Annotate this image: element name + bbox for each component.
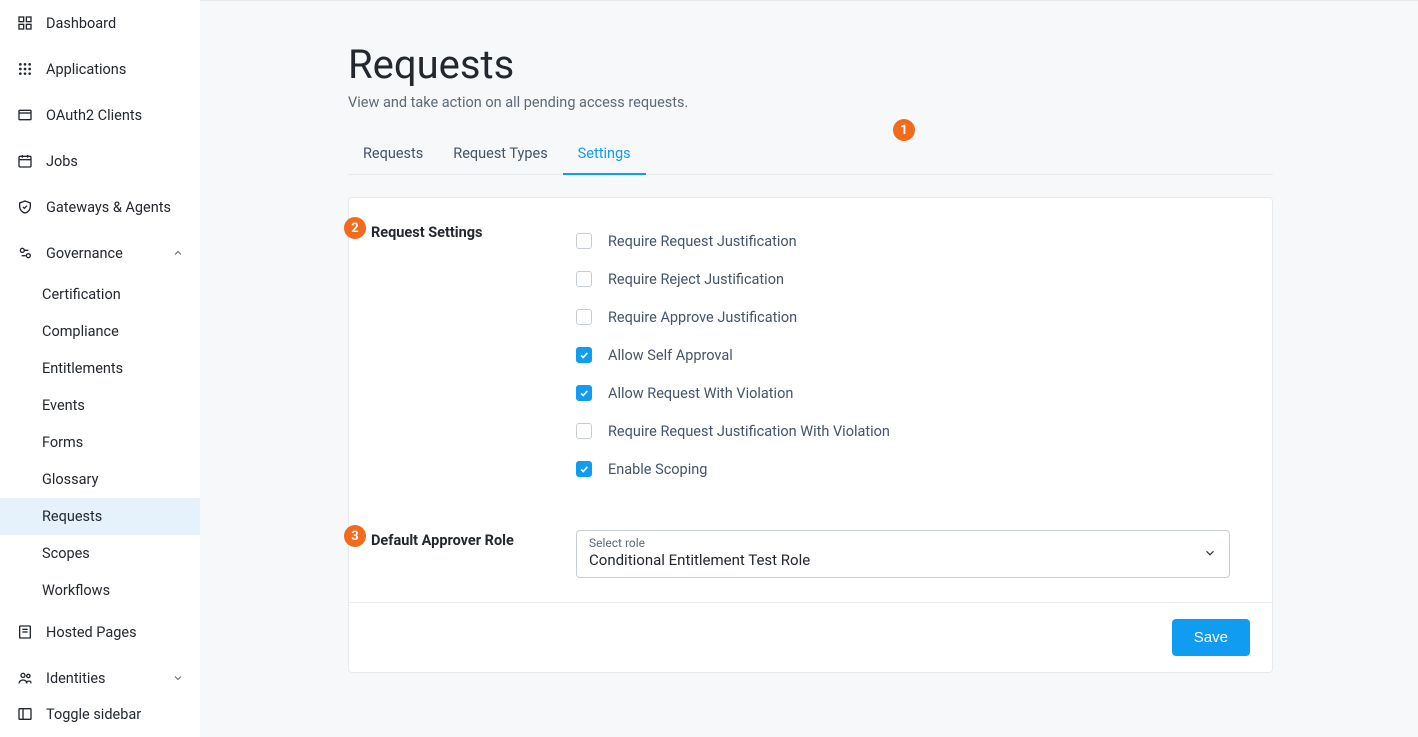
page-description: View and take action on all pending acce… [348,94,1273,111]
nav-label: Glossary [42,471,98,488]
checkbox[interactable] [576,271,592,287]
section-request-settings: Request Settings Require Request Justifi… [349,198,1272,506]
nav-applications[interactable]: Applications [0,46,200,92]
section-default-approver: Default Approver Role Select role Condit… [349,506,1272,602]
callout-badge-3: 3 [344,525,366,547]
nav-label: Entitlements [42,360,123,377]
nav-label: Toggle sidebar [46,706,141,723]
browser-icon [16,106,34,124]
nav-governance[interactable]: Governance [0,230,200,276]
select-value: Conditional Entitlement Test Role [589,551,1203,569]
setting-require-approve-justification: Require Approve Justification [576,298,1250,336]
setting-enable-scoping: Enable Scoping [576,450,1250,488]
nav-gateways-agents[interactable]: Gateways & Agents [0,184,200,230]
checkbox-label: Require Request Justification With Viola… [608,423,890,440]
nav-label: Applications [46,61,126,78]
nav-label: Gateways & Agents [46,199,171,216]
callout-badge-2: 2 [344,217,366,239]
nav-label: Events [42,397,85,414]
checkbox[interactable] [576,309,592,325]
nav-label: OAuth2 Clients [46,107,142,124]
checkbox-label: Require Request Justification [608,233,797,250]
select-float-label: Select role [589,537,1203,549]
chevron-down-icon [172,672,184,684]
nav-dashboard[interactable]: Dashboard [0,0,200,46]
shield-icon [16,198,34,216]
checkbox-label: Enable Scoping [608,461,707,478]
checkbox-label: Allow Self Approval [608,347,733,364]
setting-require-reject-justification: Require Reject Justification [576,260,1250,298]
settings-card: 2 Request Settings Require Request Justi… [348,197,1273,673]
nav-label: Jobs [46,153,78,170]
nav-certification[interactable]: Certification [0,276,200,313]
chevron-up-icon [172,247,184,259]
nav-label: Compliance [42,323,119,340]
nav-label: Hosted Pages [46,624,137,641]
nav-identities[interactable]: Identities [0,655,200,691]
people-icon [16,669,34,687]
nav-oauth2-clients[interactable]: OAuth2 Clients [0,92,200,138]
nav-jobs[interactable]: Jobs [0,138,200,184]
governance-icon [16,244,34,262]
tab-request-types[interactable]: Request Types [438,135,562,174]
nav-label: Identities [46,670,106,687]
nav-label: Certification [42,286,121,303]
tabs: Requests Request Types Settings 1 [348,135,1273,175]
callout-badge-1: 1 [893,119,915,141]
section-heading: Request Settings [371,222,576,488]
nav-scopes[interactable]: Scopes [0,535,200,572]
nav-label: Workflows [42,582,110,599]
section-heading: Default Approver Role [371,530,576,578]
checkbox[interactable] [576,385,592,401]
tab-requests[interactable]: Requests [348,135,438,174]
setting-require-request-justification: Require Request Justification [576,222,1250,260]
tab-settings[interactable]: Settings [563,135,646,174]
apps-icon [16,60,34,78]
sidebar: Dashboard Applications OAuth2 Clients Jo… [0,0,200,737]
nav-hosted-pages[interactable]: Hosted Pages [0,609,200,655]
checkbox[interactable] [576,423,592,439]
dashboard-icon [16,14,34,32]
save-button[interactable]: Save [1172,619,1250,656]
nav-forms[interactable]: Forms [0,424,200,461]
nav-label: Scopes [42,545,90,562]
nav-label: Requests [42,508,102,525]
checkbox-label: Require Approve Justification [608,309,797,326]
checkbox-label: Require Reject Justification [608,271,784,288]
nav-workflows[interactable]: Workflows [0,572,200,609]
nav-entitlements[interactable]: Entitlements [0,350,200,387]
checkbox[interactable] [576,347,592,363]
page-title: Requests [348,41,1273,88]
setting-allow-self-approval: Allow Self Approval [576,336,1250,374]
page-icon [16,623,34,641]
nav-requests[interactable]: Requests [0,498,200,535]
nav-events[interactable]: Events [0,387,200,424]
chevron-down-icon [1203,546,1217,560]
calendar-icon [16,152,34,170]
nav-label: Forms [42,434,83,451]
card-footer: Save [349,602,1272,672]
checkbox[interactable] [576,233,592,249]
main-content: Requests View and take action on all pen… [200,0,1418,737]
nav-compliance[interactable]: Compliance [0,313,200,350]
nav-glossary[interactable]: Glossary [0,461,200,498]
setting-allow-request-with-violation: Allow Request With Violation [576,374,1250,412]
checkbox[interactable] [576,461,592,477]
nav-label: Dashboard [46,15,116,32]
sidebar-toggle-icon [16,705,34,723]
toggle-sidebar[interactable]: Toggle sidebar [0,691,200,737]
nav-label: Governance [46,245,123,262]
setting-require-request-justification-with-violation: Require Request Justification With Viola… [576,412,1250,450]
checkbox-label: Allow Request With Violation [608,385,793,402]
default-approver-role-select[interactable]: Select role Conditional Entitlement Test… [576,530,1230,578]
